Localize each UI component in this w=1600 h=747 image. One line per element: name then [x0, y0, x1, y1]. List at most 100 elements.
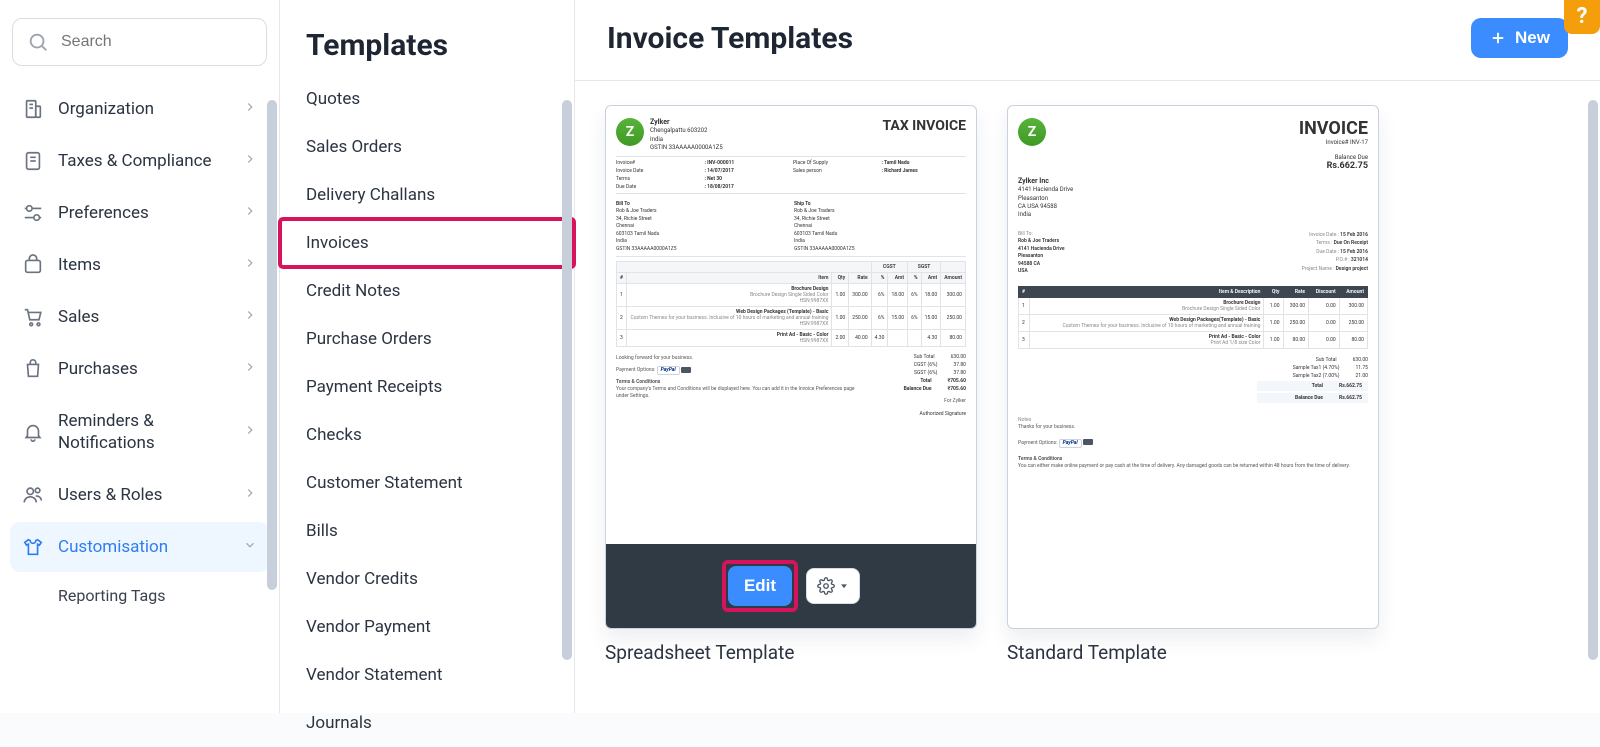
template-type-purchase-orders[interactable]: Purchase Orders: [280, 315, 574, 363]
invoice-preview-spreadsheet: Z Zylker Chengalpattu 603202IndiaGSTIN 3…: [606, 106, 976, 544]
search-box[interactable]: [12, 18, 267, 66]
nav-items[interactable]: Items: [10, 240, 269, 290]
settings-sidebar: Organization Taxes & Compliance Preferen…: [0, 0, 280, 713]
receipt-icon: [22, 150, 44, 172]
template-type-checks[interactable]: Checks: [280, 411, 574, 459]
tax-group-sgst: SGST: [908, 262, 941, 273]
company-logo-icon: Z: [1018, 118, 1046, 146]
invoice-title: INVOICE: [1299, 118, 1368, 139]
company-logo-icon: Z: [616, 118, 644, 146]
template-type-journals[interactable]: Journals: [280, 699, 574, 747]
gear-icon: [817, 577, 835, 595]
nav-label: Organization: [58, 99, 154, 119]
template-card-standard-wrap: Z INVOICE Invoice# INV-17 Balance Due Rs…: [1007, 105, 1379, 664]
sidebar-scroll-thumb[interactable]: [267, 100, 277, 590]
tshirt-icon: [22, 536, 44, 558]
building-icon: [22, 98, 44, 120]
chevron-right-icon: [243, 203, 257, 223]
template-settings-button[interactable]: [806, 568, 860, 604]
terms-heading: Terms & Conditions: [1018, 456, 1062, 462]
bag-icon: [22, 254, 44, 276]
tax-group-cgst: CGST: [871, 262, 907, 273]
nav-reminders[interactable]: Reminders & Notifications: [10, 396, 269, 468]
chevron-right-icon: [243, 307, 257, 327]
balance-due-label: Balance Due: [1299, 154, 1368, 161]
payment-options-label: Payment Options:: [1018, 440, 1057, 446]
nav-users[interactable]: Users & Roles: [10, 470, 269, 520]
nav-label: Preferences: [58, 203, 149, 223]
help-button[interactable]: ?: [1564, 0, 1600, 34]
paypal-icon: PayPal: [1059, 439, 1082, 448]
template-type-vendor-payment[interactable]: Vendor Payment: [280, 603, 574, 651]
nav-label: Reminders & Notifications: [58, 410, 229, 454]
nav-taxes[interactable]: Taxes & Compliance: [10, 136, 269, 186]
template-type-invoices[interactable]: Invoices: [280, 219, 574, 267]
notes-body: Thanks for your business.: [1018, 424, 1075, 430]
nav-label: Purchases: [58, 359, 138, 379]
template-type-payment-receipts[interactable]: Payment Receipts: [280, 363, 574, 411]
payment-options-label: Payment Options:: [616, 367, 655, 373]
template-type-vendor-statement[interactable]: Vendor Statement: [280, 651, 574, 699]
template-type-customer-statement[interactable]: Customer Statement: [280, 459, 574, 507]
sliders-icon: [22, 202, 44, 224]
nav-sales[interactable]: Sales: [10, 292, 269, 342]
nav-reporting-tags[interactable]: Reporting Tags: [10, 574, 269, 617]
template-caption: Spreadsheet Template: [605, 641, 977, 664]
notes-label: Notes: [1018, 417, 1031, 423]
caret-down-icon: [839, 581, 849, 591]
nav-preferences[interactable]: Preferences: [10, 188, 269, 238]
terms-heading: Terms & Conditions: [616, 379, 660, 385]
search-icon: [27, 31, 49, 53]
edit-template-button[interactable]: Edit: [728, 566, 792, 606]
company-name: Zylker Inc: [1018, 177, 1049, 185]
templates-panel: Templates QuotesSales OrdersDelivery Cha…: [280, 0, 575, 713]
main-scroll-thumb[interactable]: [1588, 100, 1598, 660]
new-template-button[interactable]: New: [1471, 18, 1568, 58]
nav-customisation[interactable]: Customisation: [10, 522, 269, 572]
nav-label: Customisation: [58, 537, 168, 557]
edit-highlight: Edit: [722, 560, 798, 612]
templates-scroll-thumb[interactable]: [562, 100, 572, 660]
template-card-standard[interactable]: Z INVOICE Invoice# INV-17 Balance Due Rs…: [1007, 105, 1379, 629]
template-type-bills[interactable]: Bills: [280, 507, 574, 555]
looking-forward-text: Looking forward for your business.: [616, 355, 866, 362]
new-button-label: New: [1515, 28, 1550, 48]
templates-list: QuotesSales OrdersDelivery ChallansInvoi…: [280, 75, 574, 747]
template-type-vendor-credits[interactable]: Vendor Credits: [280, 555, 574, 603]
settings-nav: Organization Taxes & Compliance Preferen…: [10, 84, 269, 617]
paypal-icon: PayPal: [657, 366, 680, 375]
templates-heading: Templates: [306, 28, 574, 63]
cart-icon: [22, 306, 44, 328]
terms-body: Your company's Terms and Conditions will…: [616, 386, 855, 399]
terms-body: You can either make online payment or pa…: [1018, 463, 1350, 469]
nav-organization[interactable]: Organization: [10, 84, 269, 134]
invoice-number: Invoice# INV-17: [1299, 139, 1368, 146]
invoice-preview-standard: Z INVOICE Invoice# INV-17 Balance Due Rs…: [1008, 106, 1378, 628]
bell-icon: [22, 421, 44, 443]
balance-due-value: Rs.662.75: [1299, 161, 1368, 171]
bill-to-label: Bill To: [616, 201, 630, 207]
template-type-sales-orders[interactable]: Sales Orders: [280, 123, 574, 171]
template-type-quotes[interactable]: Quotes: [280, 75, 574, 123]
invoice-line-items-table: #Item & DescriptionQtyRateDiscountAmount…: [1018, 286, 1368, 349]
chevron-right-icon: [243, 151, 257, 171]
invoice-line-items-table: CGST SGST #ItemQtyRate%Amt%AmtAmount 1Br…: [616, 261, 966, 347]
template-card-spreadsheet[interactable]: Z Zylker Chengalpattu 603202IndiaGSTIN 3…: [605, 105, 977, 629]
bill-to-label: Bill To:: [1018, 231, 1033, 237]
plus-icon: [1489, 29, 1507, 47]
nav-purchases[interactable]: Purchases: [10, 344, 269, 394]
main-header: Invoice Templates New: [575, 0, 1600, 81]
chevron-right-icon: [243, 359, 257, 379]
ship-to-label: Ship To: [794, 201, 811, 207]
page-title: Invoice Templates: [607, 21, 853, 56]
nav-label: Reporting Tags: [58, 586, 165, 605]
search-input[interactable]: [59, 32, 252, 52]
template-type-credit-notes[interactable]: Credit Notes: [280, 267, 574, 315]
shopping-bag-icon: [22, 358, 44, 380]
template-type-delivery-challans[interactable]: Delivery Challans: [280, 171, 574, 219]
for-company: For Zylker: [872, 398, 966, 405]
main-content: Invoice Templates New Z Zylker Chengalpa…: [575, 0, 1600, 713]
template-action-bar: Edit: [606, 544, 976, 628]
signature-label: Authorized Signature: [872, 411, 966, 417]
chevron-right-icon: [243, 255, 257, 275]
